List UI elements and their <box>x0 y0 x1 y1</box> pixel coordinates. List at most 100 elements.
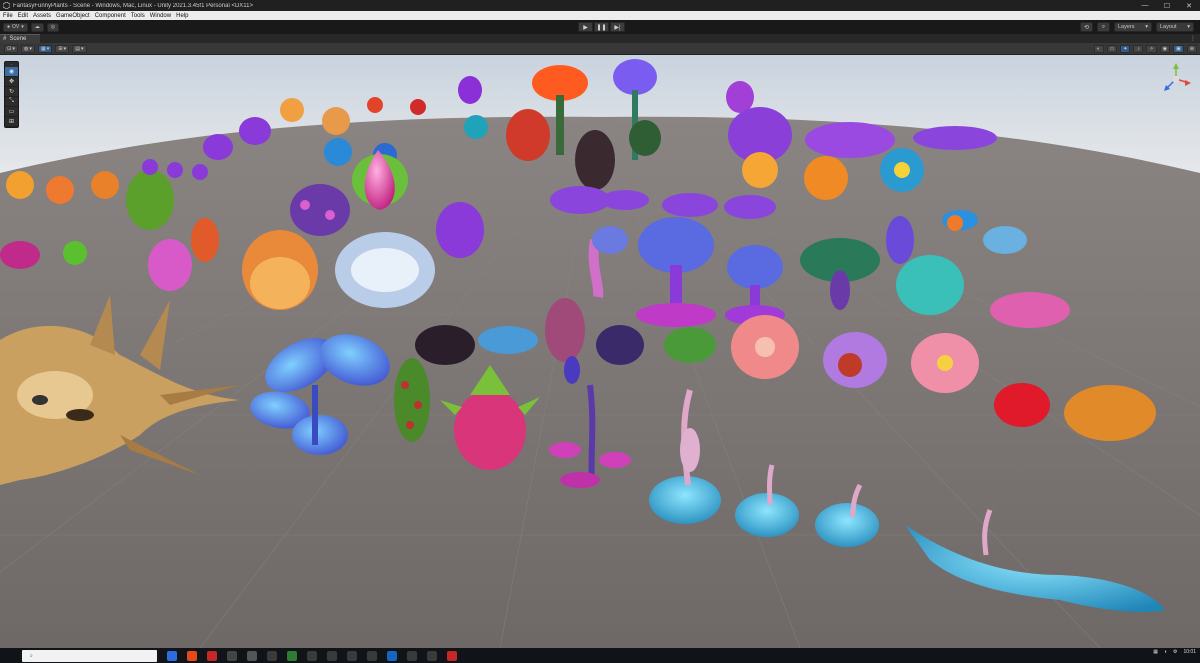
rect-icon: ▭ <box>8 109 15 115</box>
scene-view-options: ◐ ▭ ✦ ♪ ✧ ◉ ▣ ⊕ <box>1093 45 1197 53</box>
app-icon[interactable] <box>167 650 177 661</box>
pivot-toggle[interactable]: ⊡ ▾ <box>4 44 18 53</box>
snap-icon: ⊞ <box>58 45 63 52</box>
toolbar-right-group: ⟲ ⌕ Layers ▾ Layout ▾ <box>1080 22 1194 32</box>
app-icon[interactable] <box>247 650 257 661</box>
tab-scene[interactable]: # Scene <box>0 34 40 43</box>
close-button[interactable]: ✕ <box>1178 0 1200 11</box>
gizmo-center-cube-icon[interactable] <box>1173 76 1179 82</box>
menu-tools[interactable]: Tools <box>131 13 145 19</box>
grid-icon: ▦ <box>41 45 46 52</box>
scene-tab-label: Scene <box>9 36 27 42</box>
volume-icon[interactable]: ◖ <box>1164 649 1167 655</box>
audio-toggle[interactable]: ♪ <box>1133 45 1144 53</box>
app-icon[interactable] <box>187 650 197 661</box>
y-axis-cone-icon[interactable] <box>1173 63 1179 69</box>
taskbar: ⌕ ▦ ◖ ⚙ 10:01 <box>0 648 1200 663</box>
tab-menu-icon[interactable]: ⋮ <box>1190 35 1196 42</box>
clock-time: 10:01 <box>1183 648 1196 655</box>
cloud-icon: ☁ <box>34 24 40 30</box>
globe-icon: ◍ <box>24 45 29 52</box>
app-icon[interactable] <box>427 650 437 661</box>
layers-dropdown[interactable]: Layers ▾ <box>1114 22 1152 32</box>
step-button[interactable]: ▶| <box>610 22 625 32</box>
app-icon[interactable] <box>327 650 337 661</box>
menu-component[interactable]: Component <box>95 13 126 19</box>
view-tool[interactable]: ◉ <box>5 67 18 77</box>
menu-assets[interactable]: Assets <box>33 13 51 19</box>
chevron-down-icon: ▾ <box>1187 24 1190 30</box>
app-icon[interactable] <box>407 650 417 661</box>
app-icon[interactable] <box>287 650 297 661</box>
pause-button[interactable]: ❚❚ <box>594 22 609 32</box>
menu-gameobject[interactable]: GameObject <box>56 13 90 19</box>
effects-icon: ✧ <box>1149 46 1154 52</box>
menu-edit[interactable]: Edit <box>18 13 28 19</box>
scene-viewport[interactable]: ··· ◉ ✥ ↻ ⤡ ▭ ⊞ <box>0 55 1200 648</box>
app-icon[interactable] <box>307 650 317 661</box>
main-toolbar: ● OV ▾ ☁ ◎ ▶ ❚❚ ▶| ⟲ ⌕ Layers ▾ Layout ▾ <box>0 20 1200 34</box>
app-icon[interactable] <box>387 650 397 661</box>
scale-tool[interactable]: ⤡ <box>5 97 18 107</box>
pause-icon: ❚❚ <box>596 24 607 31</box>
eye-icon: ◉ <box>8 69 15 75</box>
settings-icon[interactable]: ⚙ <box>1173 649 1177 655</box>
grid-snap-toggle[interactable]: ▦ ▾ <box>38 44 53 53</box>
scale-icon: ⤡ <box>9 98 14 104</box>
global-toggle[interactable]: ◍ ▾ <box>21 44 35 53</box>
account-dropdown[interactable]: ● OV ▾ <box>3 22 28 32</box>
layout-label: Layout <box>1160 24 1177 30</box>
play-button[interactable]: ▶ <box>578 22 593 32</box>
hidden-objects-toggle[interactable]: ◉ <box>1159 45 1171 53</box>
camera-settings-button[interactable]: ▣ <box>1173 45 1184 53</box>
playback-controls: ▶ ❚❚ ▶| <box>578 22 625 32</box>
grid-lines-icon: ▤ <box>75 45 80 52</box>
undo-history-button[interactable]: ⟲ <box>1080 22 1093 32</box>
app-icon[interactable] <box>227 650 237 661</box>
transform-tool[interactable]: ⊞ <box>5 117 18 127</box>
window-controls: — ☐ ✕ <box>1134 0 1200 11</box>
search-button[interactable]: ⌕ <box>1097 22 1110 32</box>
history-icon: ⟲ <box>1083 24 1090 31</box>
app-icon[interactable] <box>447 650 457 661</box>
chevron-down-icon: ▾ <box>80 45 84 52</box>
taskbar-apps <box>167 650 457 661</box>
app-icon[interactable] <box>347 650 357 661</box>
menu-help[interactable]: Help <box>176 13 188 19</box>
app-icon[interactable] <box>207 650 217 661</box>
rect-tool[interactable]: ▭ <box>5 107 18 117</box>
draw-mode-button[interactable]: ◐ <box>1093 45 1104 53</box>
lighting-toggle[interactable]: ✦ <box>1120 45 1131 53</box>
network-icon[interactable]: ▦ <box>1153 649 1158 655</box>
scene-render <box>0 55 1200 648</box>
gizmos-button[interactable]: ⊕ <box>1186 45 1197 53</box>
2d-toggle[interactable]: ▭ <box>1106 45 1118 53</box>
scene-toolbar: ⊡ ▾ ◍ ▾ ▦ ▾ ⊞ ▾ ▤ ▾ ◐ ▭ ✦ ♪ ✧ ◉ ▣ ⊕ <box>0 43 1200 55</box>
play-icon: ▶ <box>583 24 588 31</box>
menu-bar: File Edit Assets GameObject Component To… <box>0 11 1200 20</box>
cloud-button[interactable]: ☁ <box>30 22 44 32</box>
snap-increment-toggle[interactable]: ⊞ ▾ <box>55 44 70 53</box>
shading-icon: ◐ <box>1097 46 1101 52</box>
rotate-tool[interactable]: ↻ <box>5 87 18 97</box>
collab-button[interactable]: ◎ <box>46 22 60 32</box>
grid-visibility-toggle[interactable]: ▤ ▾ <box>72 44 87 53</box>
effects-toggle[interactable]: ✧ <box>1146 45 1157 53</box>
app-icon[interactable] <box>267 650 277 661</box>
minimize-button[interactable]: — <box>1134 0 1156 11</box>
move-tool[interactable]: ✥ <box>5 77 18 87</box>
orientation-gizmo[interactable] <box>1158 61 1194 97</box>
taskbar-search-box[interactable]: ⌕ <box>22 649 157 662</box>
chevron-down-icon: ▾ <box>21 24 24 30</box>
clock[interactable]: 10:01 <box>1183 648 1196 655</box>
layout-dropdown[interactable]: Layout ▾ <box>1156 22 1194 32</box>
chevron-down-icon: ▾ <box>1145 24 1148 30</box>
layers-label: Layers <box>1118 24 1135 30</box>
window-title: FantasyFunnyPlants - Scene - Windows, Ma… <box>13 2 254 9</box>
app-icon[interactable] <box>367 650 377 661</box>
menu-file[interactable]: File <box>3 13 13 19</box>
x-axis-cone-icon[interactable] <box>1185 80 1191 86</box>
maximize-button[interactable]: ☐ <box>1156 0 1178 11</box>
menu-window[interactable]: Window <box>150 13 171 19</box>
account-icon: ● <box>7 24 11 30</box>
